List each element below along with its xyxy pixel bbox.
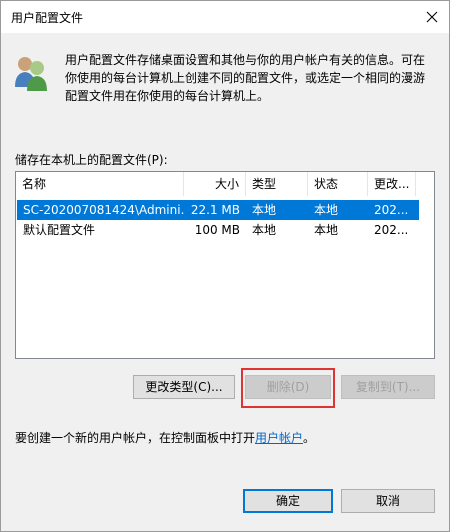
column-header-size[interactable]: 大小: [184, 172, 246, 196]
column-header-modified[interactable]: 更改...: [368, 172, 416, 196]
delete-highlight-outline: [241, 368, 335, 408]
change-type-button[interactable]: 更改类型(C)...: [133, 375, 235, 399]
cell-name: 默认配置文件: [23, 223, 96, 237]
profiles-list-label: 储存在本机上的配置文件(P):: [15, 153, 168, 167]
cell-size: 22.1 MB: [190, 203, 240, 217]
cell-modified: 202...: [374, 203, 409, 217]
cell-type: 本地: [252, 203, 277, 217]
cell-size: 100 MB: [194, 223, 240, 237]
user-accounts-link[interactable]: 用户帐户: [255, 431, 303, 445]
footer-text-suffix: 。: [303, 431, 316, 445]
close-icon: [426, 11, 438, 23]
footer-text-prefix: 要创建一个新的用户帐户，在控制面板中打开: [15, 431, 256, 445]
ok-button[interactable]: 确定: [243, 489, 333, 513]
title-bar: 用户配置文件: [1, 1, 449, 33]
close-button[interactable]: [415, 1, 449, 33]
profiles-list[interactable]: 名称 大小 类型 状态 更改... SC-202007081424\Admini…: [15, 171, 435, 359]
list-item[interactable]: SC-202007081424\Admini... 22.1 MB 本地 本地 …: [17, 200, 419, 220]
window-title: 用户配置文件: [11, 11, 84, 25]
cell-type: 本地: [252, 223, 277, 237]
description-text: 用户配置文件存储桌面设置和其他与你的用户帐户有关的信息。可在 你使用的每台计算机…: [65, 51, 437, 105]
cell-modified: 202...: [374, 223, 409, 237]
cell-name: SC-202007081424\Admini...: [23, 203, 185, 217]
list-item[interactable]: 默认配置文件 100 MB 本地 本地 202...: [17, 220, 419, 240]
copy-to-button[interactable]: 复制到(T)...: [341, 375, 435, 399]
cell-status: 本地: [314, 203, 339, 217]
description-line: 配置文件用在你使用的每台计算机上。: [65, 89, 270, 103]
description-line: 你使用的每台计算机上创建不同的配置文件，或选定一个相同的漫游: [65, 71, 426, 85]
column-header-name[interactable]: 名称: [16, 172, 184, 196]
column-header-type[interactable]: 类型: [246, 172, 308, 196]
cancel-button[interactable]: 取消: [341, 489, 435, 513]
user-profiles-dialog: 用户配置文件 用户配置文件存储桌面设置和其他与你的用户帐户有关的信息。可在 你使…: [0, 0, 450, 532]
description-line: 用户配置文件存储桌面设置和其他与你的用户帐户有关的信息。可在: [65, 53, 426, 67]
footer-text: 要创建一个新的用户帐户，在控制面板中打开用户帐户。: [15, 429, 315, 446]
list-header: 名称 大小 类型 状态 更改...: [16, 172, 434, 196]
cell-status: 本地: [314, 223, 339, 237]
users-icon: [15, 57, 47, 91]
column-header-status[interactable]: 状态: [308, 172, 368, 196]
